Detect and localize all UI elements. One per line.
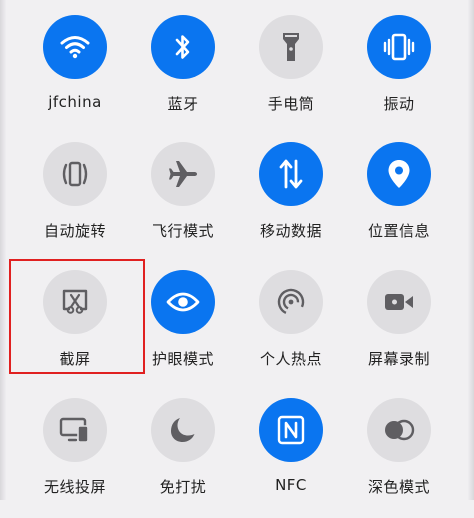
tile-label-screen-record: 屏幕录制 [367, 350, 430, 368]
quick-settings-panel: jfchina 蓝牙 手电筒 振动 自动旋转 飞行模式 移动数据 位置信息 截屏… [0, 0, 474, 500]
tile-hotspot[interactable]: 个人热点 [236, 270, 346, 390]
tile-label-dark-mode: 深色模式 [367, 478, 430, 496]
tile-dark-mode[interactable]: 深色模式 [344, 398, 454, 518]
tile-label-airplane: 飞行模式 [151, 222, 214, 240]
bluetooth-icon [175, 35, 190, 59]
tile-auto-rotate[interactable]: 自动旋转 [20, 142, 130, 262]
tile-location[interactable]: 位置信息 [344, 142, 454, 262]
highlight-box [9, 259, 145, 374]
wireless-projection-icon [59, 417, 89, 443]
tile-wifi[interactable]: jfchina [20, 15, 130, 135]
tile-label-bluetooth: 蓝牙 [167, 95, 199, 113]
tile-label-wifi: jfchina [48, 93, 102, 111]
nfc-icon [277, 415, 305, 445]
location-toggle[interactable] [367, 142, 431, 206]
wifi-toggle[interactable] [43, 15, 107, 79]
tile-bluetooth[interactable]: 蓝牙 [128, 15, 238, 135]
dark-mode-toggle[interactable] [367, 398, 431, 462]
tile-label-location: 位置信息 [367, 222, 430, 240]
vibrate-toggle[interactable] [367, 15, 431, 79]
eye-icon [166, 292, 200, 312]
flashlight-toggle[interactable] [259, 15, 323, 79]
nfc-toggle[interactable] [259, 398, 323, 462]
panel-edge-right [468, 0, 474, 500]
tile-label-do-not-disturb: 免打扰 [159, 478, 207, 496]
screen-record-icon [385, 294, 413, 310]
hotspot-icon [277, 288, 305, 316]
wireless-projection-toggle[interactable] [43, 398, 107, 462]
tile-label-mobile-data: 移动数据 [259, 222, 322, 240]
bluetooth-toggle[interactable] [151, 15, 215, 79]
panel-edge-left [0, 0, 6, 500]
tile-label-nfc: NFC [275, 476, 307, 494]
auto-rotate-toggle[interactable] [43, 142, 107, 206]
tile-airplane[interactable]: 飞行模式 [128, 142, 238, 262]
dark-mode-icon [385, 419, 415, 441]
tile-label-wireless-projection: 无线投屏 [43, 478, 106, 496]
location-icon [388, 160, 410, 188]
tile-do-not-disturb[interactable]: 免打扰 [128, 398, 238, 518]
vibrate-icon [383, 33, 415, 61]
tile-label-hotspot: 个人热点 [259, 350, 322, 368]
wifi-icon [60, 36, 90, 59]
tile-nfc[interactable]: NFC [236, 398, 346, 518]
airplane-toggle[interactable] [151, 142, 215, 206]
do-not-disturb-toggle[interactable] [151, 398, 215, 462]
flashlight-icon [283, 33, 299, 61]
mobile-data-icon [279, 159, 303, 189]
moon-icon [171, 418, 195, 442]
mobile-data-toggle[interactable] [259, 142, 323, 206]
eye-protection-toggle[interactable] [151, 270, 215, 334]
tile-label-flashlight: 手电筒 [267, 95, 315, 113]
airplane-icon [169, 161, 197, 187]
screen-record-toggle[interactable] [367, 270, 431, 334]
tile-label-vibrate: 振动 [383, 95, 415, 113]
tile-label-auto-rotate: 自动旋转 [43, 222, 106, 240]
tile-mobile-data[interactable]: 移动数据 [236, 142, 346, 262]
tile-wireless-projection[interactable]: 无线投屏 [20, 398, 130, 518]
tile-flashlight[interactable]: 手电筒 [236, 15, 346, 135]
tile-screen-record[interactable]: 屏幕录制 [344, 270, 454, 390]
tile-vibrate[interactable]: 振动 [344, 15, 454, 135]
hotspot-toggle[interactable] [259, 270, 323, 334]
auto-rotate-icon [62, 161, 88, 187]
